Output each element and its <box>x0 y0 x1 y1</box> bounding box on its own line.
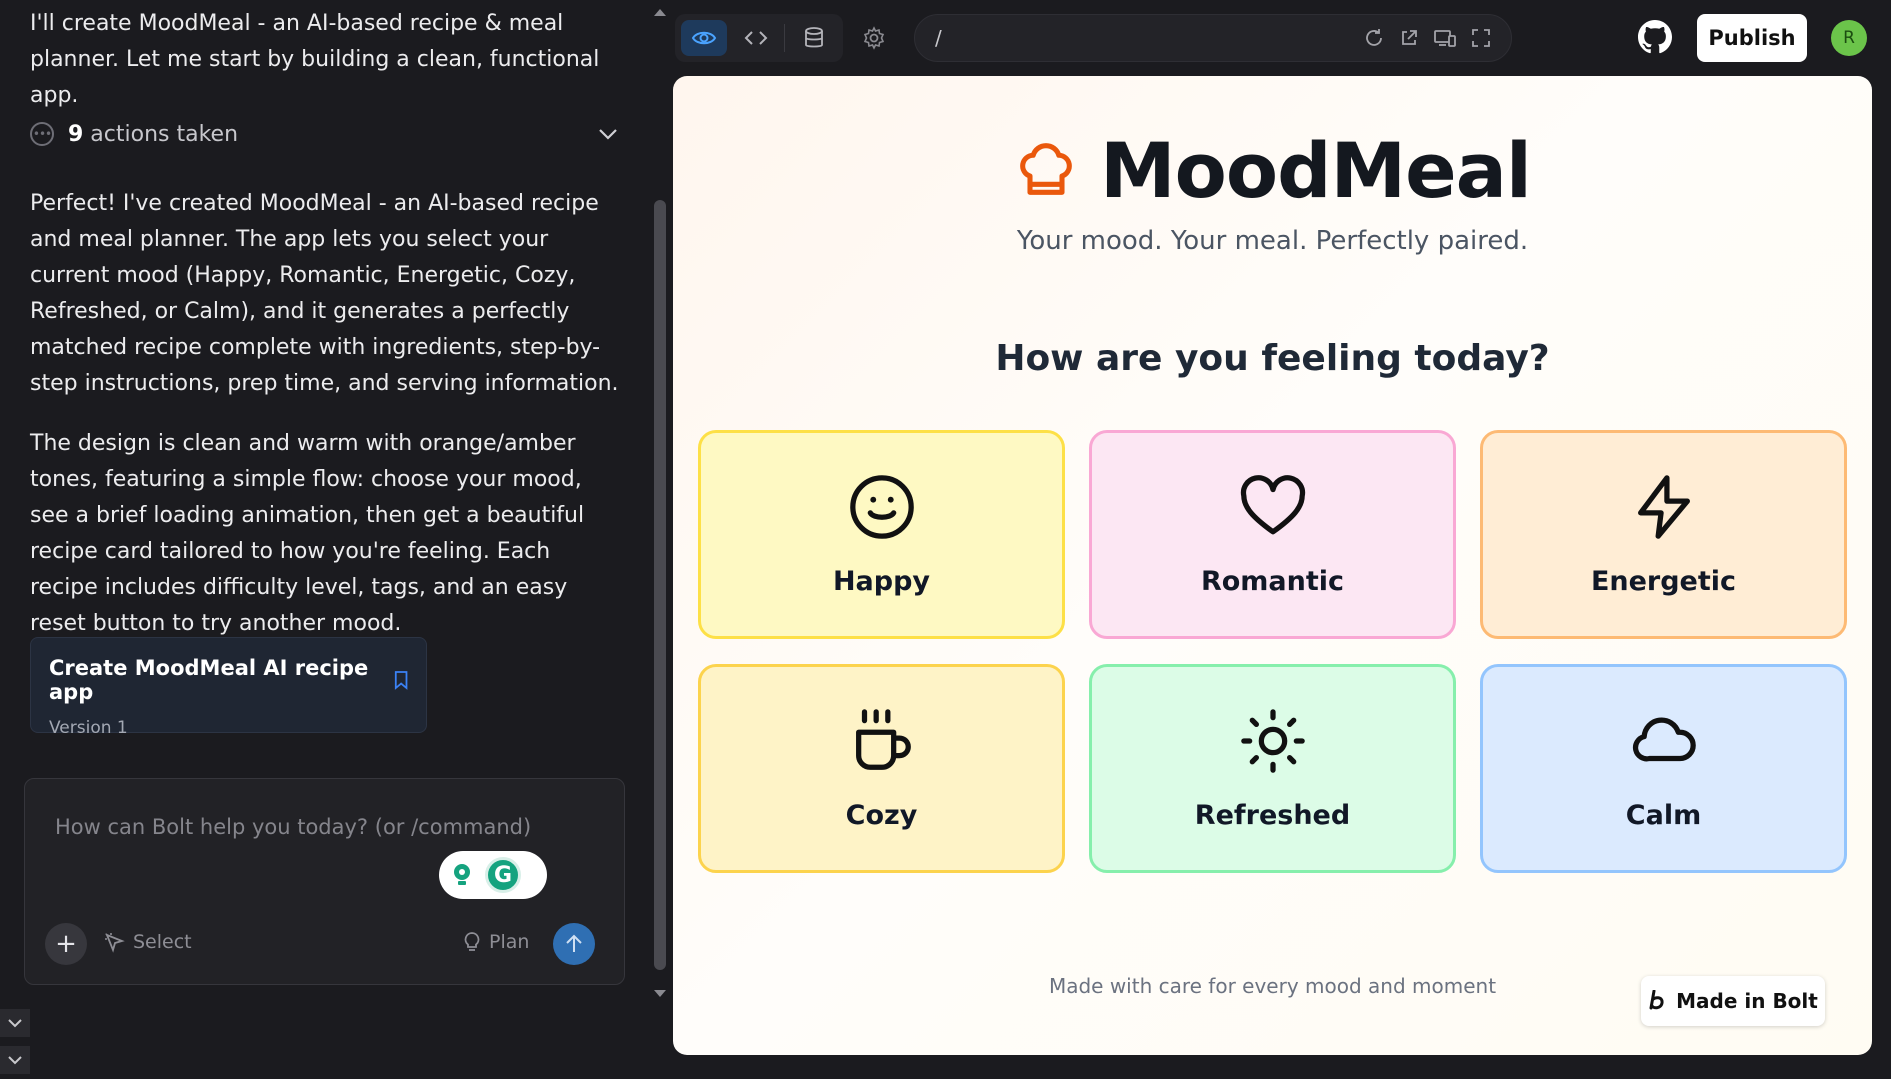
select-element-button[interactable]: Select <box>103 931 192 953</box>
chevron-down-icon <box>599 129 617 140</box>
grammarly-widget[interactable]: G <box>439 851 547 899</box>
database-icon <box>805 27 824 48</box>
assistant-intro-message: I'll create MoodMeal - an AI-based recip… <box>30 11 600 108</box>
prompt-input[interactable]: How can Bolt help you today? (or /comman… <box>55 815 531 839</box>
bookmark-icon[interactable] <box>394 669 408 691</box>
send-button[interactable] <box>553 923 595 965</box>
view-mode-toolbar <box>675 14 843 62</box>
code-icon <box>744 31 767 45</box>
smile-icon <box>849 475 914 539</box>
app-title: MoodMeal <box>1100 126 1532 215</box>
sun-icon <box>1240 709 1305 773</box>
fullscreen-icon[interactable] <box>1471 28 1491 48</box>
cursor-icon <box>105 933 125 953</box>
coffee-icon <box>855 709 911 770</box>
mood-card-energetic[interactable]: Energetic <box>1480 430 1847 639</box>
url-path[interactable]: / <box>935 26 942 50</box>
toolbar-divider <box>784 24 786 52</box>
devices-icon[interactable] <box>1433 28 1457 48</box>
mood-card-cozy[interactable]: Cozy <box>698 664 1065 873</box>
app-header: MoodMeal <box>673 126 1872 215</box>
code-tab[interactable] <box>733 20 779 56</box>
assistant-design-paragraph: The design is clean and warm with orange… <box>30 431 585 636</box>
scroll-bottom-button[interactable] <box>0 1046 30 1074</box>
assistant-summary-paragraph: Perfect! I've created MoodMeal - an AI-b… <box>30 191 619 396</box>
url-bar-actions <box>1363 27 1491 49</box>
database-tab[interactable] <box>791 20 837 56</box>
github-icon <box>1638 20 1672 54</box>
github-button[interactable] <box>1638 20 1672 58</box>
mood-card-happy[interactable]: Happy <box>698 430 1065 639</box>
made-in-bolt-badge[interactable]: Made in Bolt <box>1641 976 1825 1026</box>
chat-panel: I'll create MoodMeal - an AI-based recip… <box>0 0 650 1079</box>
version-card[interactable]: Create MoodMeal AI recipe app Version 1 <box>30 637 427 738</box>
publish-button[interactable]: Publish <box>1697 14 1807 62</box>
mood-label: Refreshed <box>1194 800 1351 831</box>
mood-card-romantic[interactable]: Romantic <box>1089 430 1456 639</box>
refresh-icon[interactable] <box>1363 27 1385 49</box>
collapse-button[interactable] <box>0 1009 30 1037</box>
mood-label: Happy <box>832 566 931 597</box>
scrollbar-thumb[interactable] <box>654 200 666 970</box>
preview-url-bar[interactable]: / <box>914 14 1512 62</box>
external-link-icon[interactable] <box>1399 28 1419 48</box>
actions-taken-toggle[interactable]: ••• 9 actions taken <box>30 116 626 152</box>
cloud-icon <box>1632 717 1696 762</box>
app-tagline: Your mood. Your meal. Perfectly paired. <box>1016 226 1529 256</box>
mood-card-calm[interactable]: Calm <box>1480 664 1847 873</box>
lightbulb-icon <box>464 932 480 951</box>
grammarly-icon[interactable]: G <box>485 857 521 893</box>
mood-label: Calm <box>1625 800 1702 831</box>
chevron-down-icon <box>8 1055 22 1064</box>
bolt-logo-icon <box>1649 990 1664 1010</box>
actions-taken-label: 9 actions taken <box>68 121 239 147</box>
user-avatar[interactable]: R <box>1831 20 1867 56</box>
add-attachment-button[interactable]: + <box>45 923 87 965</box>
chat-composer: How can Bolt help you today? (or /comman… <box>24 778 625 985</box>
lightbulb-icon[interactable] <box>445 858 479 892</box>
plan-mode-button[interactable]: Plan <box>463 931 529 953</box>
chevron-down-icon <box>8 1018 22 1027</box>
gear-icon <box>863 26 885 50</box>
heart-icon <box>1240 475 1305 535</box>
eye-icon <box>691 31 716 45</box>
mood-question: How are you feeling today? <box>995 338 1550 379</box>
chef-hat-icon <box>1020 142 1072 195</box>
scroll-up-arrow-icon[interactable] <box>651 6 669 18</box>
preview-tab[interactable] <box>681 20 727 56</box>
arrow-up-icon <box>566 934 582 952</box>
scroll-down-arrow-icon[interactable] <box>651 988 669 1000</box>
mood-label: Cozy <box>845 800 918 831</box>
settings-button[interactable] <box>858 22 890 54</box>
zap-icon <box>1637 475 1690 539</box>
ellipsis-icon: ••• <box>30 122 54 146</box>
mood-card-refreshed[interactable]: Refreshed <box>1089 664 1456 873</box>
app-preview: MoodMeal Your mood. Your meal. Perfectly… <box>673 76 1872 1055</box>
mood-label: Romantic <box>1200 566 1345 597</box>
version-card-title: Create MoodMeal AI recipe app <box>49 656 408 704</box>
mood-label: Energetic <box>1590 566 1737 597</box>
version-label: Version 1 <box>49 718 128 738</box>
